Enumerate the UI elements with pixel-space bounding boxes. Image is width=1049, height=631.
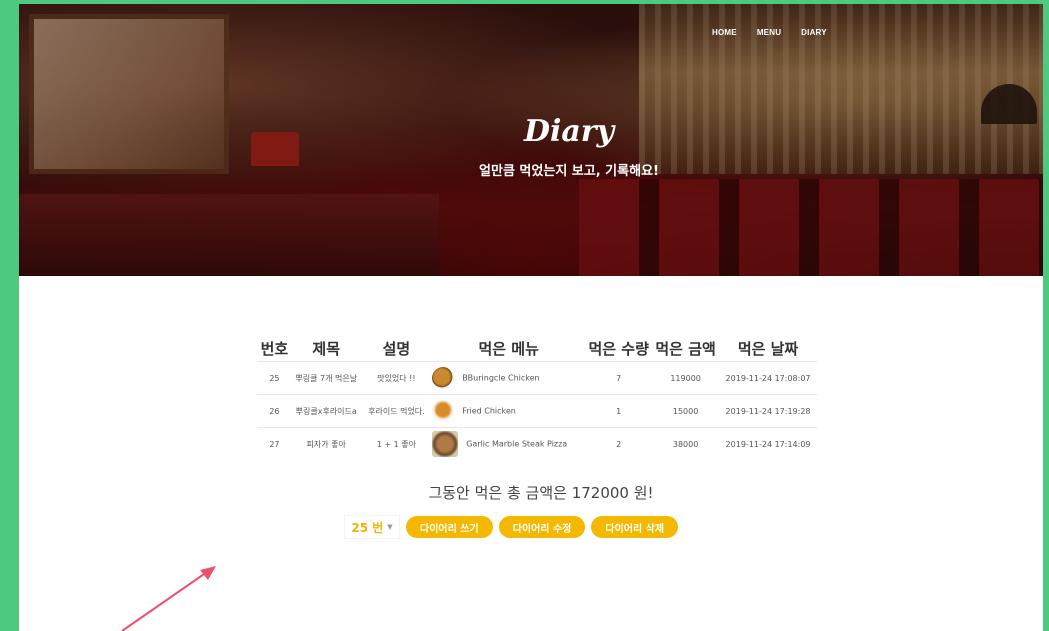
cell-no: 27 — [257, 427, 292, 460]
fried-chicken-icon — [432, 400, 455, 422]
cell-no: 26 — [257, 394, 292, 428]
nav-menu[interactable]: MENU — [757, 28, 781, 37]
cell-date: 2019-11-24 17:08:07 — [719, 361, 817, 395]
nav-diary[interactable]: DIARY — [801, 28, 827, 37]
cell-price: 15000 — [652, 394, 720, 428]
col-header-title: 제목 — [312, 340, 341, 358]
table-row[interactable]: 25 뿌링클 7개 먹은날 맛있었다 !! BBuringcle Chicken… — [257, 361, 817, 395]
cell-menu: BBuringcle Chicken — [432, 361, 586, 395]
menu-name: Garlic Marble Steak Pizza — [466, 439, 568, 449]
col-header-qty: 먹은 수량 — [588, 340, 649, 358]
cell-desc: 1 + 1 좋아 — [360, 427, 433, 460]
table-header-row: 번호 제목 설명 먹은 메뉴 먹은 수량 먹은 금액 먹은 날짜 — [257, 338, 817, 362]
diary-table-wrap: 번호 제목 설명 먹은 메뉴 먹은 수량 먹은 금액 먹은 날짜 25 뿌링클 … — [257, 338, 817, 460]
menu-name: Fried Chicken — [462, 406, 516, 416]
cell-desc: 맛있었다 !! — [360, 361, 433, 395]
cell-date: 2019-11-24 17:14:09 — [719, 427, 817, 460]
cell-desc: 후라이드 먹었다. — [360, 394, 433, 428]
page: HOME MENU DIARY Diary 얼만큼 먹었는지 보고, 기록해요!… — [19, 4, 1043, 631]
col-header-price: 먹은 금액 — [655, 340, 716, 358]
diary-controls: 25 번 ▼ 다이어리 쓰기 다이어리 수정 다이어리 삭제 — [344, 515, 679, 539]
cell-menu: Fried Chicken — [432, 394, 586, 428]
edit-diary-button[interactable]: 다이어리 수정 — [498, 516, 586, 538]
col-header-menu: 먹은 메뉴 — [478, 340, 539, 358]
chevron-down-icon: ▼ — [387, 523, 393, 531]
cell-title: 피자가 좋아 — [291, 427, 361, 460]
cell-date: 2019-11-24 17:19:28 — [719, 394, 817, 428]
delete-diary-button[interactable]: 다이어리 삭제 — [591, 516, 679, 538]
cell-menu: Garlic Marble Steak Pizza — [432, 427, 586, 460]
hero-banner: HOME MENU DIARY Diary 얼만큼 먹었는지 보고, 기록해요! — [19, 4, 1043, 276]
table-row[interactable]: 26 뿌링클x후라이드a 후라이드 먹었다. Fried Chicken 1 1… — [257, 394, 817, 428]
diary-number-select[interactable]: 25 번 ▼ — [344, 515, 400, 539]
table-row[interactable]: 27 피자가 좋아 1 + 1 좋아 Garlic Marble Steak P… — [257, 427, 817, 460]
col-header-date: 먹은 날짜 — [737, 340, 799, 358]
cell-title: 뿌링클 7개 먹은날 — [291, 361, 361, 395]
chicken-dish-icon — [432, 367, 455, 389]
top-nav: HOME MENU DIARY — [712, 28, 827, 37]
page-subtitle: 얼만큼 먹었는지 보고, 기록해요! — [479, 164, 659, 179]
cell-no: 25 — [257, 361, 292, 395]
page-title: Diary — [523, 114, 615, 149]
cell-qty: 7 — [585, 361, 653, 395]
select-value: 25 번 — [351, 520, 384, 535]
col-header-desc: 설명 — [382, 340, 411, 358]
write-diary-button[interactable]: 다이어리 쓰기 — [406, 516, 493, 538]
pizza-icon — [432, 431, 459, 457]
cell-qty: 1 — [585, 394, 653, 428]
cell-title: 뿌링클x후라이드a — [291, 394, 361, 428]
cell-price: 38000 — [652, 427, 720, 460]
diary-table: 번호 제목 설명 먹은 메뉴 먹은 수량 먹은 금액 먹은 날짜 25 뿌링클 … — [257, 338, 817, 460]
cell-price: 119000 — [652, 361, 720, 395]
cell-qty: 2 — [585, 427, 653, 460]
menu-name: BBuringcle Chicken — [462, 373, 540, 383]
nav-home[interactable]: HOME — [712, 28, 737, 37]
total-amount-text: 그동안 먹은 총 금액은 172000 원! — [428, 484, 654, 502]
col-header-no: 번호 — [260, 340, 289, 358]
